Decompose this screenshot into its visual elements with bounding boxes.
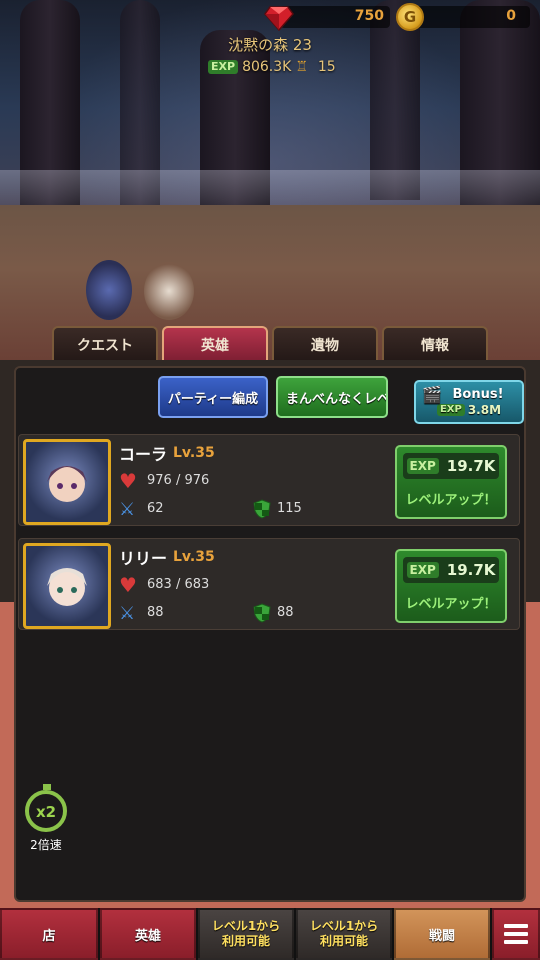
nav-heroes[interactable]: 英雄 [100, 908, 196, 960]
cost-value: 19.7K [446, 561, 496, 579]
sword-icon: ⚔ [119, 603, 136, 624]
hero-name: コーラ [119, 445, 168, 464]
nav-locked-2[interactable]: レベル1から 利用可能 [296, 908, 392, 960]
hero-sprite-lily [144, 262, 194, 320]
level-up-label: レベルアップ！ [405, 597, 497, 612]
bottom-nav: 店 英雄 レベル1から 利用可能 レベル1から 利用可能 戦闘 [0, 908, 540, 960]
tab-info[interactable]: 情報 [382, 326, 488, 362]
hero-hp: 683 / 683 [147, 577, 210, 592]
locked-line-1: レベル1から [309, 919, 379, 933]
heart-icon: ♥ [119, 573, 137, 597]
speed-badge: x2 [35, 803, 57, 821]
tab-heroes[interactable]: 英雄 [162, 326, 268, 362]
trophy-icon: ♖ [295, 59, 308, 75]
nav-battle[interactable]: 戦闘 [394, 908, 490, 960]
exp-badge: EXP [406, 458, 439, 474]
tab-relics[interactable]: 遺物 [272, 326, 378, 362]
stopwatch-icon: x2 [25, 784, 67, 832]
bonus-exp: EXP 3.8M [436, 403, 502, 417]
gem-count: 750 [354, 8, 384, 24]
menu-button[interactable] [492, 908, 540, 960]
hero-attack: 88 [147, 605, 164, 620]
level-up-button[interactable]: EXP 19.7K レベルアップ！ [395, 445, 507, 519]
stage-title: 沈黙の森 23 [228, 36, 312, 54]
hero-portrait[interactable] [23, 439, 111, 525]
locked-line-2: 利用可能 [319, 934, 368, 948]
level-up-label: レベルアップ！ [405, 493, 497, 508]
speed-label: 2倍速 [30, 838, 62, 852]
level-up-cost: EXP 19.7K [403, 453, 499, 479]
main-tabs: クエスト 英雄 遺物 情報 [52, 326, 488, 362]
locked-line-2: 利用可能 [221, 934, 270, 948]
hero-portrait[interactable] [23, 543, 111, 629]
sword-icon: ⚔ [119, 499, 136, 520]
exp-badge: EXP [208, 60, 239, 74]
hero-card: リリー Lv.35 ♥ 683 / 683 ⚔ 88 88 EXP 19.7K … [18, 538, 520, 630]
speed-toggle[interactable]: x2 2倍速 [22, 784, 70, 856]
shield-icon [253, 499, 271, 519]
bonus-button[interactable]: 🎬 Bonus! EXP 3.8M [414, 380, 524, 424]
hero-attack: 62 [147, 501, 164, 516]
bonus-exp-value: 3.8M [467, 403, 502, 417]
level-up-button[interactable]: EXP 19.7K レベルアップ！ [395, 549, 507, 623]
exp-badge: EXP [406, 562, 439, 578]
hero-level: Lv.35 [173, 445, 215, 461]
gem-icon [264, 6, 294, 31]
shield-icon [253, 603, 271, 623]
cost-value: 19.7K [446, 457, 496, 475]
tab-quest[interactable]: クエスト [52, 326, 158, 362]
coin-count: 0 [506, 8, 516, 24]
hero-face-icon [47, 466, 87, 502]
exp-total: EXP 806.3K ♖ 15 [208, 58, 336, 76]
hero-sprite-cora [86, 260, 132, 320]
hero-name: リリー [119, 549, 168, 568]
party-formation-button[interactable]: パーティー編成 [158, 376, 268, 418]
hero-defense: 88 [277, 605, 294, 620]
level-up-cost: EXP 19.7K [403, 557, 499, 583]
hero-level: Lv.35 [173, 549, 215, 565]
clapperboard-icon: 🎬 [422, 385, 442, 404]
nav-locked-1[interactable]: レベル1から 利用可能 [198, 908, 294, 960]
locked-line-1: レベル1から [211, 919, 281, 933]
hero-card: コーラ Lv.35 ♥ 976 / 976 ⚔ 62 115 EXP 19.7K… [18, 434, 520, 526]
hero-hp: 976 / 976 [147, 473, 210, 488]
level-up-all-button[interactable]: まんべんなくレベルアップ！ [276, 376, 388, 418]
bonus-label: Bonus! [452, 387, 504, 402]
trophy-count: 15 [317, 59, 336, 75]
hamburger-icon [504, 920, 528, 948]
heart-icon: ♥ [119, 469, 137, 493]
hero-defense: 115 [277, 501, 302, 516]
nav-shop[interactable]: 店 [0, 908, 98, 960]
hero-face-icon [47, 568, 87, 606]
exp-value: 806.3K [242, 59, 292, 75]
resource-bar: 750 G 0 [0, 0, 540, 34]
coin-icon: G [396, 3, 424, 31]
exp-badge: EXP [436, 404, 465, 416]
